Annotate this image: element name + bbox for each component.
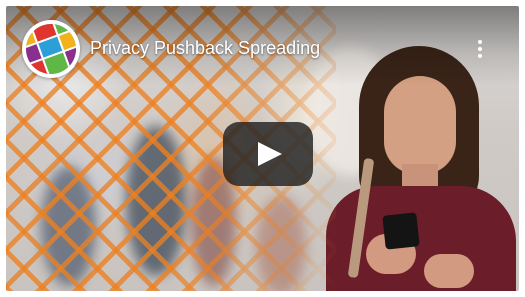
- background-pedestrian: [256, 196, 306, 291]
- channel-logo-icon[interactable]: [18, 16, 84, 82]
- more-options-button[interactable]: [468, 34, 492, 64]
- smartphone: [382, 212, 420, 250]
- more-vertical-icon: [478, 40, 482, 44]
- face: [384, 76, 456, 174]
- embed-frame: Privacy Pushback Spreading: [0, 0, 525, 297]
- video-title[interactable]: Privacy Pushback Spreading: [90, 38, 320, 59]
- video-player[interactable]: Privacy Pushback Spreading: [6, 6, 519, 291]
- title-bar: Privacy Pushback Spreading: [6, 6, 519, 86]
- more-vertical-icon-dot: [478, 54, 482, 58]
- background-pedestrian: [41, 166, 96, 286]
- play-button[interactable]: [223, 122, 313, 186]
- globe-logo-icon: [18, 16, 84, 82]
- hand: [424, 254, 474, 288]
- play-icon: [258, 142, 282, 166]
- more-vertical-icon-dot: [478, 47, 482, 51]
- background-pedestrian: [126, 126, 186, 276]
